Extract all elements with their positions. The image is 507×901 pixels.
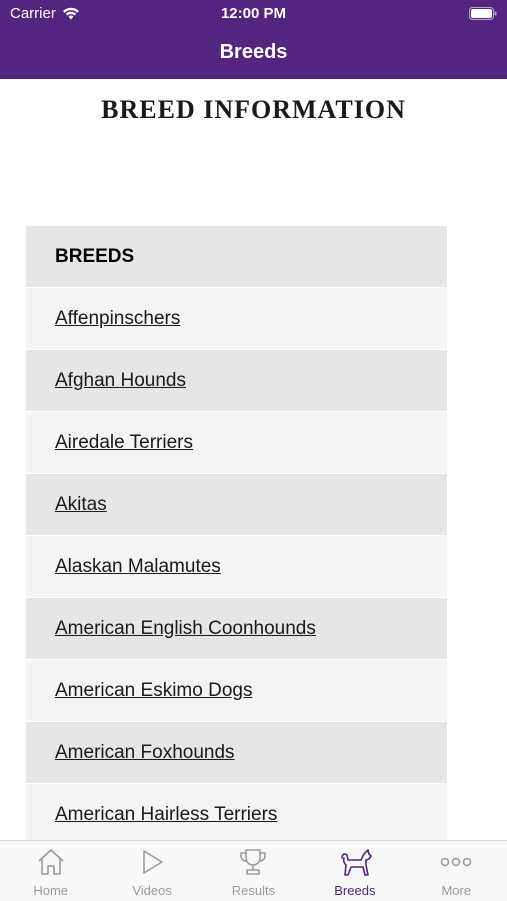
breed-row: American Foxhounds [26, 722, 447, 784]
breed-row: American English Coonhounds [26, 598, 447, 660]
breed-table: BREEDS Affenpinschers Afghan Hounds Aire… [26, 226, 447, 846]
status-bar: Carrier 12:00 PM [0, 0, 507, 28]
breed-link[interactable]: American Hairless Terriers [55, 804, 277, 826]
breed-row: American Eskimo Dogs [26, 660, 447, 722]
tab-videos[interactable]: Videos [101, 841, 202, 901]
dog-icon [338, 847, 372, 882]
battery-icon [469, 7, 497, 24]
breed-row: American Hairless Terriers [26, 784, 447, 846]
breed-table-header: BREEDS [26, 226, 447, 288]
breed-table-header-label: BREEDS [55, 245, 135, 267]
tab-results[interactable]: Results [203, 841, 304, 901]
tab-more-label: More [441, 883, 472, 898]
play-icon [137, 847, 167, 882]
home-icon [36, 847, 66, 882]
breed-link[interactable]: Alaskan Malamutes [55, 556, 221, 578]
breed-link[interactable]: Akitas [55, 494, 107, 516]
tab-home[interactable]: Home [0, 841, 101, 901]
more-icon [439, 847, 473, 882]
tab-breeds-label: Breeds [334, 883, 376, 898]
breed-link[interactable]: Airedale Terriers [55, 432, 193, 454]
tab-home-label: Home [33, 883, 69, 898]
page-heading: BREED INFORMATION [101, 95, 406, 124]
breed-row: Afghan Hounds [26, 350, 447, 412]
tab-breeds[interactable]: Breeds [304, 841, 405, 901]
tab-videos-label: Videos [132, 883, 172, 898]
breed-row: Alaskan Malamutes [26, 536, 447, 598]
tab-more[interactable]: More [406, 841, 507, 901]
status-time: 12:00 PM [220, 5, 287, 22]
nav-title: Breeds [219, 41, 288, 63]
breed-row: Affenpinschers [26, 288, 447, 350]
nav-bar: Breeds [0, 28, 507, 79]
breed-link[interactable]: Afghan Hounds [55, 370, 186, 392]
breed-link[interactable]: American English Coonhounds [55, 618, 316, 640]
breed-link[interactable]: Affenpinschers [55, 308, 180, 330]
tab-bar: Home Videos Results Breeds More [0, 840, 507, 901]
breed-row: Airedale Terriers [26, 412, 447, 474]
tab-results-label: Results [231, 883, 276, 898]
breed-link[interactable]: American Foxhounds [55, 742, 235, 764]
trophy-icon [238, 847, 268, 882]
breed-link[interactable]: American Eskimo Dogs [55, 680, 252, 702]
breed-row: Akitas [26, 474, 447, 536]
